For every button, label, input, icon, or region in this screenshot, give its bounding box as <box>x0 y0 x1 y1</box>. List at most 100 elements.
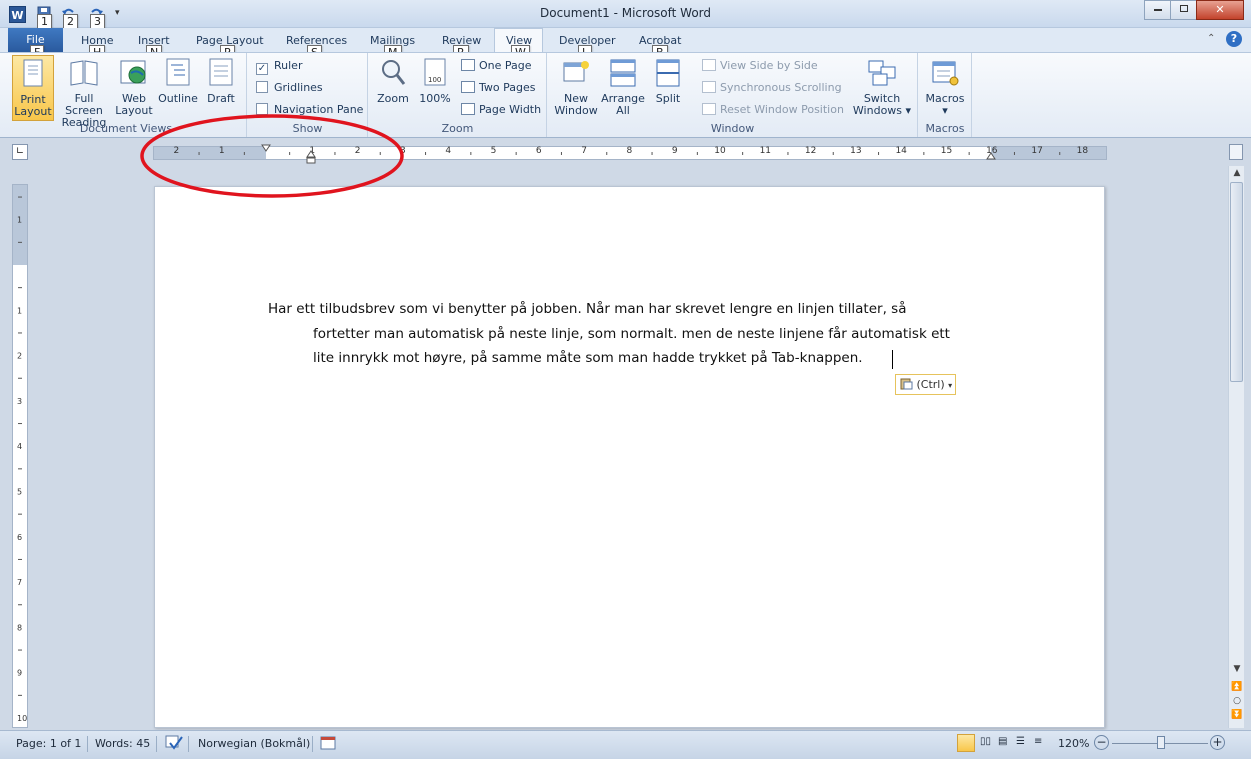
zoom-in-button[interactable]: + <box>1210 735 1225 750</box>
restore-button[interactable] <box>1170 0 1197 20</box>
language-indicator[interactable]: Norwegian (Bokmål) <box>198 737 310 750</box>
full-screen-view-icon[interactable]: ▯▯ <box>980 736 991 747</box>
new-window-button[interactable]: New Window <box>552 55 600 117</box>
svg-text:100: 100 <box>428 76 441 84</box>
one-page-icon <box>461 59 475 71</box>
horizontal-ruler[interactable]: 2 1 1 2 3 4 5 6 7 8 9 10 11 12 13 14 15 16 17 18 <box>153 146 1107 160</box>
group-label-zoom: Zoom <box>441 122 474 135</box>
outline-view-icon[interactable]: ☰ <box>1016 736 1025 747</box>
sync-scroll-icon <box>702 81 716 93</box>
page-width-button[interactable]: Page Width <box>461 103 541 116</box>
document-line-2[interactable]: fortetter man automatisk på neste linje,… <box>313 326 950 342</box>
two-pages-button[interactable]: Two Pages <box>461 81 535 94</box>
synchronous-scrolling-button[interactable]: Synchronous Scrolling <box>702 81 842 94</box>
right-indent-marker[interactable] <box>986 150 996 163</box>
view-side-by-side-button[interactable]: View Side by Side <box>702 59 818 72</box>
paste-options-button[interactable]: (Ctrl) ▾ <box>895 374 956 395</box>
scrollbar-thumb[interactable] <box>1230 182 1243 382</box>
page-count[interactable]: Page: 1 of 1 <box>16 737 81 750</box>
minimize-ribbon-icon[interactable]: ⌃ <box>1207 33 1215 44</box>
ruler-number: 9 <box>671 146 678 156</box>
zoom-100-label: 100% <box>419 92 451 105</box>
group-document-views: Print Layout Full Screen Reading Web Lay… <box>6 53 247 137</box>
scroll-up-arrow[interactable]: ▲ <box>1231 168 1243 178</box>
text-cursor <box>892 350 893 369</box>
side-by-side-icon <box>702 59 716 71</box>
vertical-ruler-number: 6 <box>17 533 22 542</box>
web-layout-button[interactable]: Web Layout <box>114 55 154 117</box>
ruler-checkbox[interactable]: ✓ Ruler <box>256 59 302 75</box>
navigation-pane-checkbox[interactable]: Navigation Pane <box>256 103 363 116</box>
ruler-number: 6 <box>535 146 542 156</box>
scroll-down-arrow[interactable]: ▼ <box>1231 664 1243 674</box>
group-show: ✓ Ruler Gridlines Navigation Pane Show <box>248 53 368 137</box>
one-page-button[interactable]: One Page <box>461 59 532 72</box>
tab-selector-icon[interactable]: ∟ <box>12 144 28 160</box>
vertical-scrollbar[interactable]: ▲ ▼ ⏫ ○ ⏬ <box>1228 166 1244 728</box>
print-layout-view-icon[interactable] <box>957 734 975 752</box>
window-title: Document1 - Microsoft Word <box>539 6 712 20</box>
zoom-level[interactable]: 120% <box>1058 737 1089 750</box>
ruler-number: 3 <box>400 146 406 156</box>
ruler-number: 17 <box>1031 146 1043 156</box>
full-screen-reading-button[interactable]: Full Screen Reading <box>56 55 112 129</box>
macro-record-icon[interactable] <box>320 736 336 753</box>
reset-window-position-label: Reset Window Position <box>720 103 844 116</box>
previous-page-icon[interactable]: ⏫ <box>1231 682 1243 692</box>
zoom-out-button[interactable]: − <box>1094 735 1109 750</box>
two-pages-label: Two Pages <box>479 81 536 94</box>
switch-windows-button[interactable]: Switch Windows ▾ <box>850 55 914 117</box>
draft-view-icon[interactable]: ≡ <box>1034 736 1042 747</box>
ruler-number: 14 <box>895 146 907 156</box>
ruler-number: 11 <box>759 146 772 156</box>
view-ruler-icon[interactable] <box>1229 144 1243 160</box>
group-label-window: Window <box>710 122 755 135</box>
gridlines-check-icon <box>256 81 268 93</box>
vertical-ruler-number: 4 <box>17 442 22 451</box>
page-width-icon <box>461 103 475 115</box>
synchronous-scrolling-label: Synchronous Scrolling <box>720 81 842 94</box>
vertical-ruler-number: 1 <box>17 216 22 225</box>
ruler-number: 1 <box>218 146 225 156</box>
hanging-indent-marker[interactable] <box>306 150 316 167</box>
next-page-icon[interactable]: ⏬ <box>1231 710 1243 720</box>
word-count[interactable]: Words: 45 <box>95 737 150 750</box>
document-line-3[interactable]: lite innrykk mot høyre, på samme måte so… <box>313 350 863 366</box>
gridlines-checkbox[interactable]: Gridlines <box>256 81 323 94</box>
macros-button[interactable]: Macros ▾ <box>923 55 967 117</box>
zoom-100-button[interactable]: 100 100% <box>417 55 453 105</box>
status-separator <box>156 736 157 752</box>
vertical-ruler-number: 7 <box>17 578 22 587</box>
proofing-icon[interactable] <box>165 735 183 754</box>
split-button[interactable]: Split <box>648 55 688 105</box>
zoom-button[interactable]: Zoom <box>375 55 411 105</box>
draft-button[interactable]: Draft <box>202 55 240 105</box>
minimize-button[interactable] <box>1144 0 1171 20</box>
close-window-button[interactable]: ✕ <box>1196 0 1244 20</box>
reset-position-icon <box>702 103 716 115</box>
title-bar: W 1 2 3 ▾ Document1 - Microsoft Word ✕ <box>0 0 1251 29</box>
document-page[interactable]: Har ett tilbudsbrev som vi benytter på j… <box>154 186 1105 728</box>
gridlines-label: Gridlines <box>274 81 323 94</box>
zoom-slider-thumb[interactable] <box>1157 736 1165 749</box>
group-zoom: Zoom 100 100% One Page Two Pages Page Wi… <box>369 53 547 137</box>
browse-object-icon[interactable]: ○ <box>1231 696 1243 706</box>
document-line-1[interactable]: Har ett tilbudsbrev som vi benytter på j… <box>268 301 906 317</box>
group-macros: Macros ▾ Macros <box>919 53 972 137</box>
status-bar: Page: 1 of 1 Words: 45 Norwegian (Bokmål… <box>0 730 1251 759</box>
arrange-all-button[interactable]: Arrange All <box>600 55 646 117</box>
macros-dropdown-icon: ▾ <box>942 104 948 117</box>
vertical-ruler-ticks: 1 1 2 3 4 5 6 7 8 9 10 <box>17 196 27 723</box>
vertical-ruler-number: 10 <box>17 714 27 723</box>
reset-window-position-button[interactable]: Reset Window Position <box>702 103 844 116</box>
help-icon[interactable]: ? <box>1226 31 1242 47</box>
web-layout-view-icon[interactable]: ▤ <box>998 736 1007 747</box>
outline-button[interactable]: Outline <box>156 55 200 105</box>
ruler-bar: ∟ 2 1 1 2 3 4 5 6 7 8 9 10 11 12 13 14 15 16 17 18 <box>0 138 1251 166</box>
first-line-indent-marker[interactable] <box>261 142 271 155</box>
print-layout-button[interactable]: Print Layout <box>12 55 54 121</box>
vertical-ruler[interactable]: 1 1 2 3 4 5 6 7 8 9 10 <box>12 184 28 728</box>
new-window-label-2: Window <box>554 104 598 117</box>
split-label: Split <box>655 92 681 105</box>
ruler-number: 7 <box>581 146 587 156</box>
